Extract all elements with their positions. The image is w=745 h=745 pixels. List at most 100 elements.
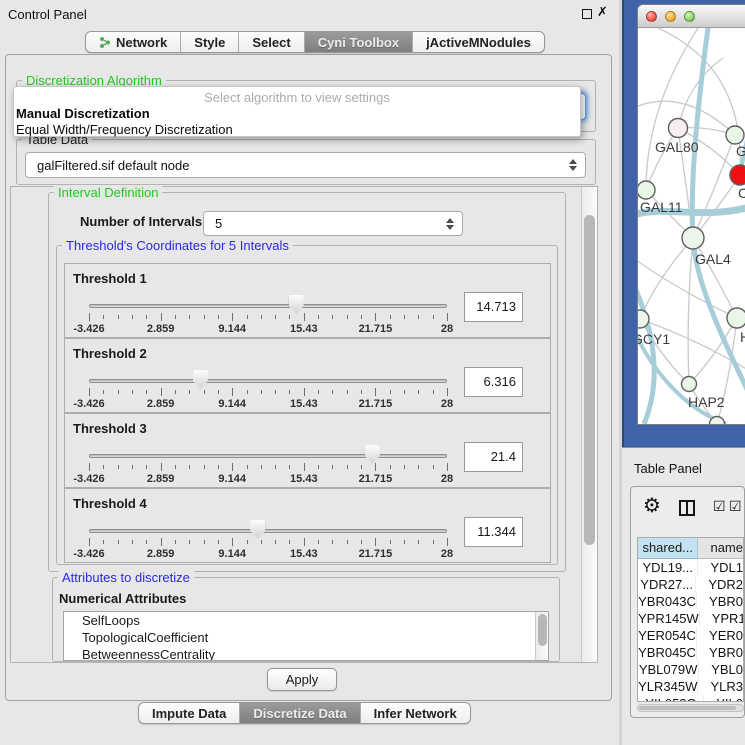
option-equal-width-frequency[interactable]: Equal Width/Frequency Discretization xyxy=(16,122,559,137)
scrollbar-thumb[interactable] xyxy=(538,614,547,646)
node-label: GCY1 xyxy=(638,331,670,347)
table-row[interactable]: YPR145W YPR1 xyxy=(638,610,743,627)
network-highlight-edges xyxy=(638,28,745,424)
close-traffic-light-icon[interactable] xyxy=(646,11,657,22)
threshold-1-value-field[interactable]: 14.713 xyxy=(464,292,523,322)
slider-thumb[interactable] xyxy=(365,445,380,464)
threshold-1-slider[interactable]: -3.4262.8599.14415.4321.71528 xyxy=(89,292,447,336)
table-row[interactable]: YER054C YER0 xyxy=(638,627,743,644)
numerical-attributes-list: SelfLoops TopologicalCoefficient Between… xyxy=(63,611,549,661)
slider-track[interactable] xyxy=(89,379,447,383)
checkbox-icon[interactable]: ☑ xyxy=(729,499,742,515)
table-row[interactable]: YDL19... YDL1 xyxy=(638,559,743,576)
scrollbar-thumb[interactable] xyxy=(584,215,595,545)
threshold-3-slider[interactable]: -3.4262.8599.14415.4321.71528 xyxy=(89,442,447,486)
combo-stepper-icon xyxy=(568,159,577,171)
slider-track[interactable] xyxy=(89,529,447,533)
slider-ticks xyxy=(89,538,447,547)
top-tab-bar: Network Style Select Cyni Toolbox jActiv… xyxy=(85,31,545,53)
thresholds-group-label: Threshold's Coordinates for 5 Intervals xyxy=(62,238,293,253)
slider-tick-labels: -3.4262.8599.14415.4321.71528 xyxy=(89,548,447,560)
list-scrollbar[interactable] xyxy=(535,612,548,660)
tab-jactivemnodules[interactable]: jActiveMNodules xyxy=(413,32,544,52)
threshold-4-value-field[interactable]: 11.344 xyxy=(464,517,523,547)
window-title: Control Panel xyxy=(8,7,87,22)
table-header-row: shared... name xyxy=(638,538,743,559)
apply-button[interactable]: Apply xyxy=(267,668,337,691)
control-panel-window: Control Panel ✗ Network Style Select Cyn… xyxy=(0,0,619,745)
list-item[interactable]: TopologicalCoefficient xyxy=(64,629,548,646)
threshold-2-slider[interactable]: -3.4262.8599.14415.4321.71528 xyxy=(89,367,447,411)
node-label: GAL11 xyxy=(640,199,683,215)
node-h[interactable] xyxy=(727,308,745,328)
threshold-row: Threshold 1 -3.4262.8599.14415.4321.7152… xyxy=(64,263,551,338)
slider-track[interactable] xyxy=(89,454,447,458)
node-gal11[interactable] xyxy=(638,181,655,199)
close-icon[interactable]: ✗ xyxy=(597,5,608,20)
slider-ticks xyxy=(89,388,447,397)
settings-scrollbar[interactable] xyxy=(581,187,597,662)
table-horizontal-scrollbar[interactable] xyxy=(637,704,744,712)
combo-stepper-icon xyxy=(445,218,454,230)
attributes-group: Attributes to discretize Numerical Attri… xyxy=(52,577,560,662)
tab-impute-data[interactable]: Impute Data xyxy=(139,703,240,723)
threshold-3-value-field[interactable]: 21.4 xyxy=(464,442,523,472)
column-header-name[interactable]: name xyxy=(698,538,743,559)
node-gal4[interactable] xyxy=(682,227,704,249)
tab-network[interactable]: Network xyxy=(86,32,181,52)
table-row[interactable]: YBL079W YBL0 xyxy=(638,661,743,678)
tab-select[interactable]: Select xyxy=(239,32,304,52)
column-header-shared-name[interactable]: shared... xyxy=(638,538,698,559)
table-panel: Table Panel ⚙ ☑ ☑ shared... name YDL19..… xyxy=(622,447,745,745)
network-canvas[interactable]: GAL80 GA C GAL11 GAL4 GCY1 H HAP2 xyxy=(638,28,745,424)
node-hap2[interactable] xyxy=(682,377,697,392)
table-row[interactable]: YIL052C YIL0 xyxy=(638,695,743,702)
table-panel-title: Table Panel xyxy=(634,461,702,476)
table-row[interactable]: YLR345W YLR3 xyxy=(638,678,743,695)
node-selected-red[interactable] xyxy=(730,165,745,185)
slider-thumb[interactable] xyxy=(250,520,265,539)
option-manual-discretization[interactable]: Manual Discretization xyxy=(16,106,559,121)
columns-icon[interactable] xyxy=(679,500,695,516)
threshold-2-value-field[interactable]: 6.316 xyxy=(464,367,523,397)
checkbox-icon[interactable]: ☑ xyxy=(713,499,726,515)
gear-icon[interactable]: ⚙ xyxy=(643,493,661,517)
tab-cyni-toolbox[interactable]: Cyni Toolbox xyxy=(305,32,413,52)
zoom-traffic-light-icon[interactable] xyxy=(684,11,695,22)
node-label: GA xyxy=(736,143,745,159)
node-ga[interactable] xyxy=(726,126,744,144)
node-gal80[interactable] xyxy=(669,119,688,138)
tab-discretize-data[interactable]: Discretize Data xyxy=(240,703,360,723)
list-item[interactable]: BetweennessCentrality xyxy=(64,646,548,661)
table-row[interactable]: YDR27... YDR2 xyxy=(638,576,743,593)
minimize-traffic-light-icon[interactable] xyxy=(665,11,676,22)
list-item[interactable]: SelfLoops xyxy=(64,612,548,629)
slider-thumb[interactable] xyxy=(289,295,304,314)
network-view-frame: GAL80 GA C GAL11 GAL4 GCY1 H HAP2 xyxy=(622,0,745,447)
tab-style[interactable]: Style xyxy=(181,32,239,52)
numerical-attributes-label: Numerical Attributes xyxy=(59,591,186,606)
tab-infer-network[interactable]: Infer Network xyxy=(361,703,470,723)
threshold-1-label: Threshold 1 xyxy=(73,271,147,286)
node-table: shared... name YDL19... YDL1 YDR27... YD… xyxy=(637,537,744,702)
threshold-4-label: Threshold 4 xyxy=(73,496,147,511)
node-label: GAL4 xyxy=(695,251,731,267)
table-data-combo[interactable]: galFiltered.sif default node xyxy=(25,152,586,178)
network-icon xyxy=(99,36,111,49)
node-gcy1[interactable] xyxy=(638,310,649,328)
threshold-row: Threshold 4 -3.4262.8599.14415.4321.7152… xyxy=(64,488,551,563)
network-window-titlebar[interactable] xyxy=(638,5,745,28)
slider-thumb[interactable] xyxy=(193,370,208,389)
table-row[interactable]: YBR045C YBR0 xyxy=(638,644,743,661)
number-of-intervals-label: Number of Intervals xyxy=(80,214,202,229)
scrollbar-thumb[interactable] xyxy=(639,706,736,710)
slider-tick-labels: -3.4262.8599.14415.4321.71528 xyxy=(89,473,447,485)
slider-track[interactable] xyxy=(89,304,447,308)
number-of-intervals-combo[interactable]: 5 xyxy=(203,211,463,236)
float-window-icon[interactable] xyxy=(582,9,592,19)
table-row[interactable]: YBR043C YBR0 xyxy=(638,593,743,610)
threshold-4-slider[interactable]: -3.4262.8599.14415.4321.71528 xyxy=(89,517,447,561)
threshold-row: Threshold 2 -3.4262.8599.14415.4321.7152… xyxy=(64,338,551,413)
network-window: GAL80 GA C GAL11 GAL4 GCY1 H HAP2 xyxy=(637,4,745,425)
node-label: H xyxy=(740,329,745,345)
